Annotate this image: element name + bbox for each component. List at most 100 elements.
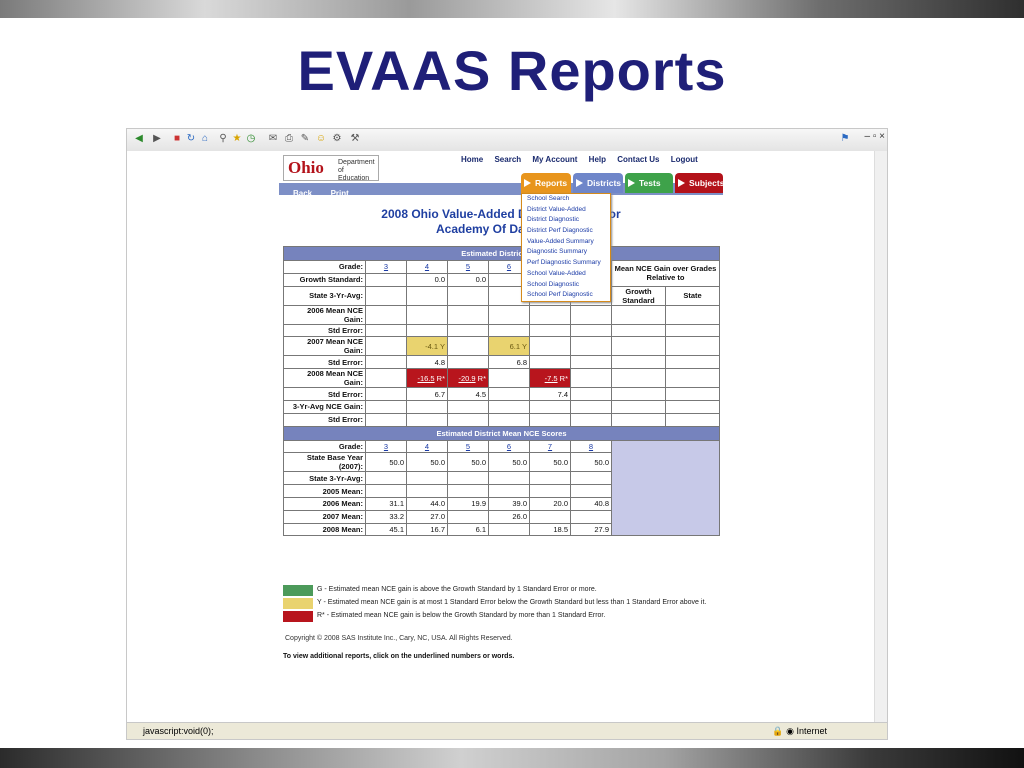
edit-icon[interactable]: ✎ — [299, 133, 311, 145]
link-home[interactable]: Home — [461, 155, 483, 164]
menu-item-district-value-added[interactable]: District Value-Added — [522, 205, 610, 216]
state-cell — [665, 323, 720, 338]
table-cell: 50.0 — [365, 452, 407, 473]
gain-link[interactable]: -16.5 — [417, 374, 434, 383]
menu-item-district-diagnostic[interactable]: District Diagnostic — [522, 215, 610, 226]
tab-subjects[interactable]: Subjects — [675, 173, 724, 193]
table-cell: -20.9 R* — [447, 368, 489, 389]
table-cell: 33.2 — [365, 509, 407, 524]
tab-tests[interactable]: Tests — [625, 173, 673, 193]
table-cell — [488, 323, 530, 338]
tab-reports[interactable]: Reports — [521, 173, 571, 193]
table-cell — [447, 399, 489, 414]
table-cell — [529, 355, 571, 370]
refresh-icon[interactable]: ↻ — [185, 133, 197, 145]
window-controls[interactable]: – ▫ × — [864, 131, 885, 142]
table-cell — [529, 304, 571, 325]
gain-link[interactable]: -20.9 — [458, 374, 475, 383]
link-logout[interactable]: Logout — [671, 155, 698, 164]
mean-gain-header: Mean NCE Gain over Grades Relative to — [611, 260, 720, 287]
table-cell — [447, 412, 489, 427]
tab-label: Reports — [535, 178, 568, 188]
menu-item-school-perf-diagnostic[interactable]: School Perf Diagnostic — [522, 290, 610, 301]
menu-item-school-value-added[interactable]: School Value-Added — [522, 269, 610, 280]
row-label: 3-Yr-Avg NCE Gain: — [283, 399, 366, 414]
favorites-icon[interactable]: ★ — [231, 133, 243, 145]
grade-link-3[interactable]: 3 — [365, 260, 407, 274]
research-icon[interactable]: ⚙ — [331, 133, 343, 145]
table-cell — [570, 304, 612, 325]
vertical-scrollbar[interactable] — [874, 151, 887, 723]
messenger-icon[interactable]: ☺ — [315, 133, 327, 145]
table-cell — [570, 412, 612, 427]
grade-link-3[interactable]: 3 — [365, 439, 407, 454]
link-print[interactable]: Print — [331, 189, 349, 198]
table-cell — [570, 387, 612, 401]
row-label: 2007 Mean: — [283, 509, 366, 524]
row-label: State Base Year (2007): — [283, 452, 366, 473]
table-row: 2008 Mean NCE Gain: -16.5 R* -20.9 R* -7.5 … — [283, 368, 720, 389]
mail-icon[interactable]: ✉ — [267, 133, 279, 145]
table-cell: 39.0 — [488, 496, 530, 511]
table-row: Grade:345678Mean NCE Gain over Grades Re… — [283, 260, 720, 287]
table-row: Grade: 3 4 5 6 7 8 — [283, 439, 720, 537]
table-cell: 20.0 — [529, 496, 571, 511]
status-text: javascript:void(0); — [143, 726, 214, 736]
search-icon[interactable]: ⚲ — [217, 133, 229, 145]
menu-item-value-added-summary[interactable]: Value-Added Summary — [522, 237, 610, 248]
table-row: Std Error: 4.8 6.8 — [283, 355, 720, 370]
tab-districts[interactable]: Districts — [573, 173, 623, 193]
stop-icon[interactable]: ■ — [171, 133, 183, 145]
report-title: 2008 Ohio Value-Added District Report fo… — [279, 207, 723, 237]
grade-link-5[interactable]: 5 — [447, 439, 489, 454]
history-icon[interactable]: ◷ — [245, 133, 257, 145]
table-cell: 50.0 — [406, 452, 448, 473]
row-label: 2007 Mean NCE Gain: — [283, 336, 366, 357]
menu-item-school-diagnostic[interactable]: School Diagnostic — [522, 280, 610, 291]
copyright: Copyright © 2008 SAS Institute Inc., Car… — [285, 635, 513, 642]
ohio-logo[interactable]: Ohio Department of Education — [283, 155, 379, 182]
table-cell — [447, 355, 489, 370]
grade-link-4[interactable]: 4 — [406, 260, 448, 274]
gain-link[interactable]: -7.5 — [545, 374, 558, 383]
table-cell — [447, 304, 489, 325]
lock-icon: 🔒 — [772, 726, 784, 736]
table-cell — [406, 471, 448, 486]
grade-link-8[interactable]: 8 — [570, 439, 612, 454]
grade-link-4[interactable]: 4 — [406, 439, 448, 454]
print-icon[interactable]: ⎙ — [283, 133, 295, 145]
grade-link-6[interactable]: 6 — [488, 439, 530, 454]
menu-item-district-perf-diagnostic[interactable]: District Perf Diagnostic — [522, 226, 610, 237]
link-help[interactable]: Help — [589, 155, 606, 164]
table-cell — [365, 412, 407, 427]
slide-title: EVAAS Reports — [297, 39, 727, 102]
mean-gain-cell — [611, 399, 666, 414]
table-cell — [365, 336, 407, 357]
back-icon[interactable]: ◀ — [133, 133, 145, 145]
link-search[interactable]: Search — [494, 155, 521, 164]
grade-link-7[interactable]: 7 — [529, 439, 571, 454]
forward-icon[interactable]: ▶ — [151, 133, 163, 145]
tab-label: Tests — [639, 178, 661, 188]
table-cell: 6.1 — [447, 522, 489, 537]
table-cell — [570, 323, 612, 338]
table-cell: 50.0 — [488, 452, 530, 473]
link-my-account[interactable]: My Account — [532, 155, 577, 164]
table-cell — [447, 509, 489, 524]
table-cell — [488, 412, 530, 427]
menu-item-school-search[interactable]: School Search — [522, 194, 610, 205]
table-row: Estimated District Mea — [283, 246, 720, 261]
menu-item-diagnostic-summary[interactable]: Diagnostic Summary — [522, 247, 610, 258]
home-icon[interactable]: ⌂ — [199, 133, 211, 145]
link-back[interactable]: Back — [293, 189, 312, 198]
arrow-right-icon — [678, 179, 685, 187]
menu-item-perf-diagnostic-summary[interactable]: Perf Diagnostic Summary — [522, 258, 610, 269]
tools-icon[interactable]: ⚒ — [349, 133, 361, 145]
link-contact-us[interactable]: Contact Us — [617, 155, 659, 164]
table-cell: 45.1 — [365, 522, 407, 537]
logo-dept: Department of Education — [338, 159, 375, 182]
table-cell — [570, 336, 612, 357]
table-cell — [488, 522, 530, 537]
grade-link-5[interactable]: 5 — [447, 260, 489, 274]
table-cell — [447, 336, 489, 357]
